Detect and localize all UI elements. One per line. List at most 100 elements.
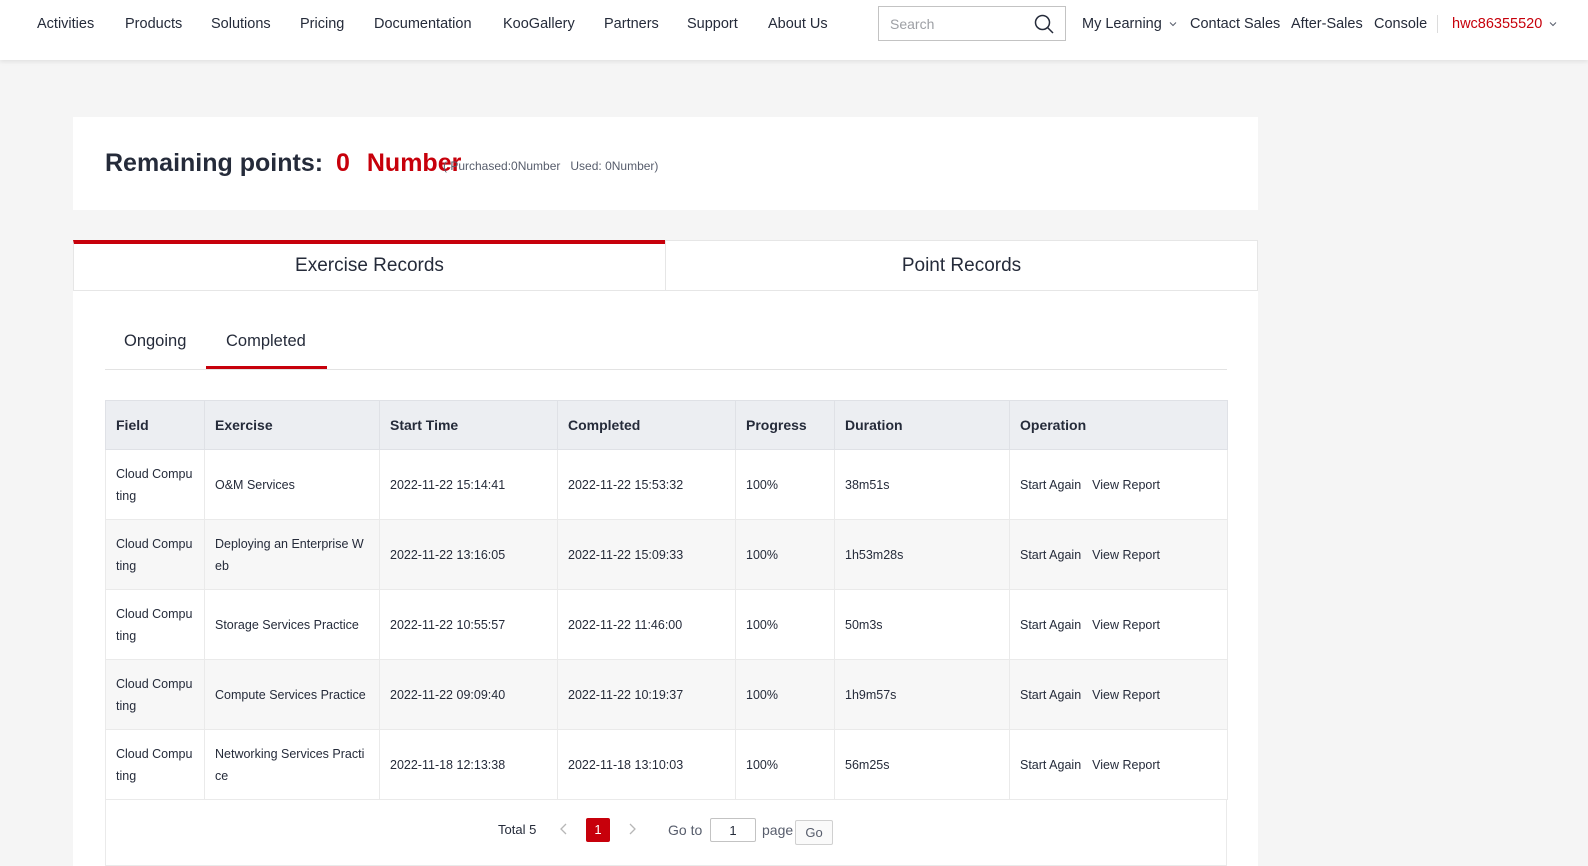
tab-completed[interactable]: Completed xyxy=(226,332,306,351)
cell-field: Cloud Computing xyxy=(105,659,205,730)
cell-start-time: 2022-11-22 09:09:40 xyxy=(379,659,558,730)
nav-solutions[interactable]: Solutions xyxy=(211,14,271,34)
my-learning-label: My Learning xyxy=(1082,16,1162,32)
active-tab-indicator xyxy=(206,366,327,369)
table-row: Cloud Computing Storage Services Practic… xyxy=(105,589,1228,660)
cell-duration: 1h53m28s xyxy=(834,519,1010,590)
cell-field: Cloud Computing xyxy=(105,589,205,660)
cell-field: Cloud Computing xyxy=(105,519,205,590)
cell-exercise: Deploying an Enterprise Web xyxy=(204,519,380,590)
nav-contact-sales[interactable]: Contact Sales xyxy=(1190,14,1280,34)
remaining-points: Remaining points: 0 Number xyxy=(105,147,461,179)
remaining-points-value: 0 xyxy=(336,149,350,177)
top-navigation: Activities Products Solutions Pricing Do… xyxy=(0,0,1588,60)
nav-products[interactable]: Products xyxy=(125,14,182,34)
cell-progress: 100% xyxy=(735,589,835,660)
cell-exercise: Networking Services Practice xyxy=(204,729,380,800)
chevron-right-icon[interactable] xyxy=(624,820,640,838)
nav-support[interactable]: Support xyxy=(687,14,738,34)
table-row: Cloud Computing Networking Services Prac… xyxy=(105,729,1228,800)
cell-progress: 100% xyxy=(735,519,835,590)
view-report-link[interactable]: View Report xyxy=(1092,688,1160,702)
nav-partners[interactable]: Partners xyxy=(604,14,659,34)
nav-documentation[interactable]: Documentation xyxy=(374,14,472,34)
table-row: Cloud Computing O&M Services 2022-11-22 … xyxy=(105,449,1228,520)
chevron-down-icon xyxy=(1169,22,1177,27)
pagination-total: Total 5 xyxy=(498,822,537,837)
cell-operation: Start Again View Report xyxy=(1009,449,1228,520)
table-header-row: Field Exercise Start Time Completed Prog… xyxy=(105,400,1228,450)
nav-activities[interactable]: Activities xyxy=(37,14,94,34)
nav-divider xyxy=(1437,15,1438,33)
cell-field: Cloud Computing xyxy=(105,449,205,520)
search-input[interactable] xyxy=(879,7,1029,40)
pagination: Total 5 1 Go to page Go xyxy=(106,816,1226,846)
view-report-link[interactable]: View Report xyxy=(1092,618,1160,632)
column-header-duration: Duration xyxy=(834,400,1010,450)
cell-operation: Start Again View Report xyxy=(1009,729,1228,800)
tab-exercise-records[interactable]: Exercise Records xyxy=(73,240,666,291)
cell-operation: Start Again View Report xyxy=(1009,589,1228,660)
start-again-link[interactable]: Start Again xyxy=(1020,548,1081,562)
start-again-link[interactable]: Start Again xyxy=(1020,478,1081,492)
nav-about-us[interactable]: About Us xyxy=(768,14,828,34)
nav-my-learning[interactable]: My Learning xyxy=(1082,14,1177,34)
records-panel: Exercise Records Point Records Ongoing C… xyxy=(73,240,1258,866)
nav-after-sales[interactable]: After-Sales xyxy=(1291,14,1363,34)
tab-point-records[interactable]: Point Records xyxy=(665,240,1258,291)
page-number-current[interactable]: 1 xyxy=(586,818,610,842)
cell-start-time: 2022-11-22 15:14:41 xyxy=(379,449,558,520)
status-tabs: Ongoing Completed xyxy=(105,328,1227,370)
cell-progress: 100% xyxy=(735,729,835,800)
column-header-field: Field xyxy=(105,400,205,450)
nav-pricing[interactable]: Pricing xyxy=(300,14,344,34)
view-report-link[interactable]: View Report xyxy=(1092,478,1160,492)
points-card: Remaining points: 0 Number ( Purchased:0… xyxy=(73,117,1258,210)
column-header-start-time: Start Time xyxy=(379,400,558,450)
cell-completed: 2022-11-22 10:19:37 xyxy=(557,659,736,730)
view-report-link[interactable]: View Report xyxy=(1092,548,1160,562)
chevron-left-icon[interactable] xyxy=(556,820,572,838)
chevron-down-icon xyxy=(1549,22,1557,27)
start-again-link[interactable]: Start Again xyxy=(1020,758,1081,772)
nav-user-menu[interactable]: hwc86355520 xyxy=(1452,14,1557,34)
start-again-link[interactable]: Start Again xyxy=(1020,688,1081,702)
cell-start-time: 2022-11-22 10:55:57 xyxy=(379,589,558,660)
cell-exercise: O&M Services xyxy=(204,449,380,520)
column-header-completed: Completed xyxy=(557,400,736,450)
go-button[interactable]: Go xyxy=(795,820,833,845)
cell-duration: 56m25s xyxy=(834,729,1010,800)
cell-exercise: Compute Services Practice xyxy=(204,659,380,730)
cell-duration: 50m3s xyxy=(834,589,1010,660)
tab-ongoing[interactable]: Ongoing xyxy=(124,332,186,351)
username: hwc86355520 xyxy=(1452,16,1543,32)
cell-operation: Start Again View Report xyxy=(1009,519,1228,590)
pagination-area: Total 5 1 Go to page Go xyxy=(105,800,1227,866)
search-icon[interactable] xyxy=(1034,14,1054,34)
cell-completed: 2022-11-22 15:53:32 xyxy=(557,449,736,520)
column-header-progress: Progress xyxy=(735,400,835,450)
nav-koogallery[interactable]: KooGallery xyxy=(503,14,575,34)
cell-operation: Start Again View Report xyxy=(1009,659,1228,730)
points-detail: ( Purchased:0Number Used: 0Number) xyxy=(443,159,659,173)
search-box xyxy=(878,6,1066,41)
cell-completed: 2022-11-22 11:46:00 xyxy=(557,589,736,660)
cell-duration: 38m51s xyxy=(834,449,1010,520)
cell-progress: 100% xyxy=(735,449,835,520)
column-header-operation: Operation xyxy=(1009,400,1228,450)
remaining-points-label: Remaining points: xyxy=(105,149,324,177)
table-row: Cloud Computing Compute Services Practic… xyxy=(105,659,1228,730)
cell-start-time: 2022-11-18 12:13:38 xyxy=(379,729,558,800)
cell-progress: 100% xyxy=(735,659,835,730)
cell-duration: 1h9m57s xyxy=(834,659,1010,730)
cell-start-time: 2022-11-22 13:16:05 xyxy=(379,519,558,590)
nav-console[interactable]: Console xyxy=(1374,14,1427,34)
cell-exercise: Storage Services Practice xyxy=(204,589,380,660)
page-label: page xyxy=(762,822,794,838)
goto-page-input[interactable] xyxy=(710,818,756,842)
start-again-link[interactable]: Start Again xyxy=(1020,618,1081,632)
view-report-link[interactable]: View Report xyxy=(1092,758,1160,772)
goto-label: Go to xyxy=(668,822,703,838)
records-table: Field Exercise Start Time Completed Prog… xyxy=(105,400,1228,800)
cell-completed: 2022-11-18 13:10:03 xyxy=(557,729,736,800)
